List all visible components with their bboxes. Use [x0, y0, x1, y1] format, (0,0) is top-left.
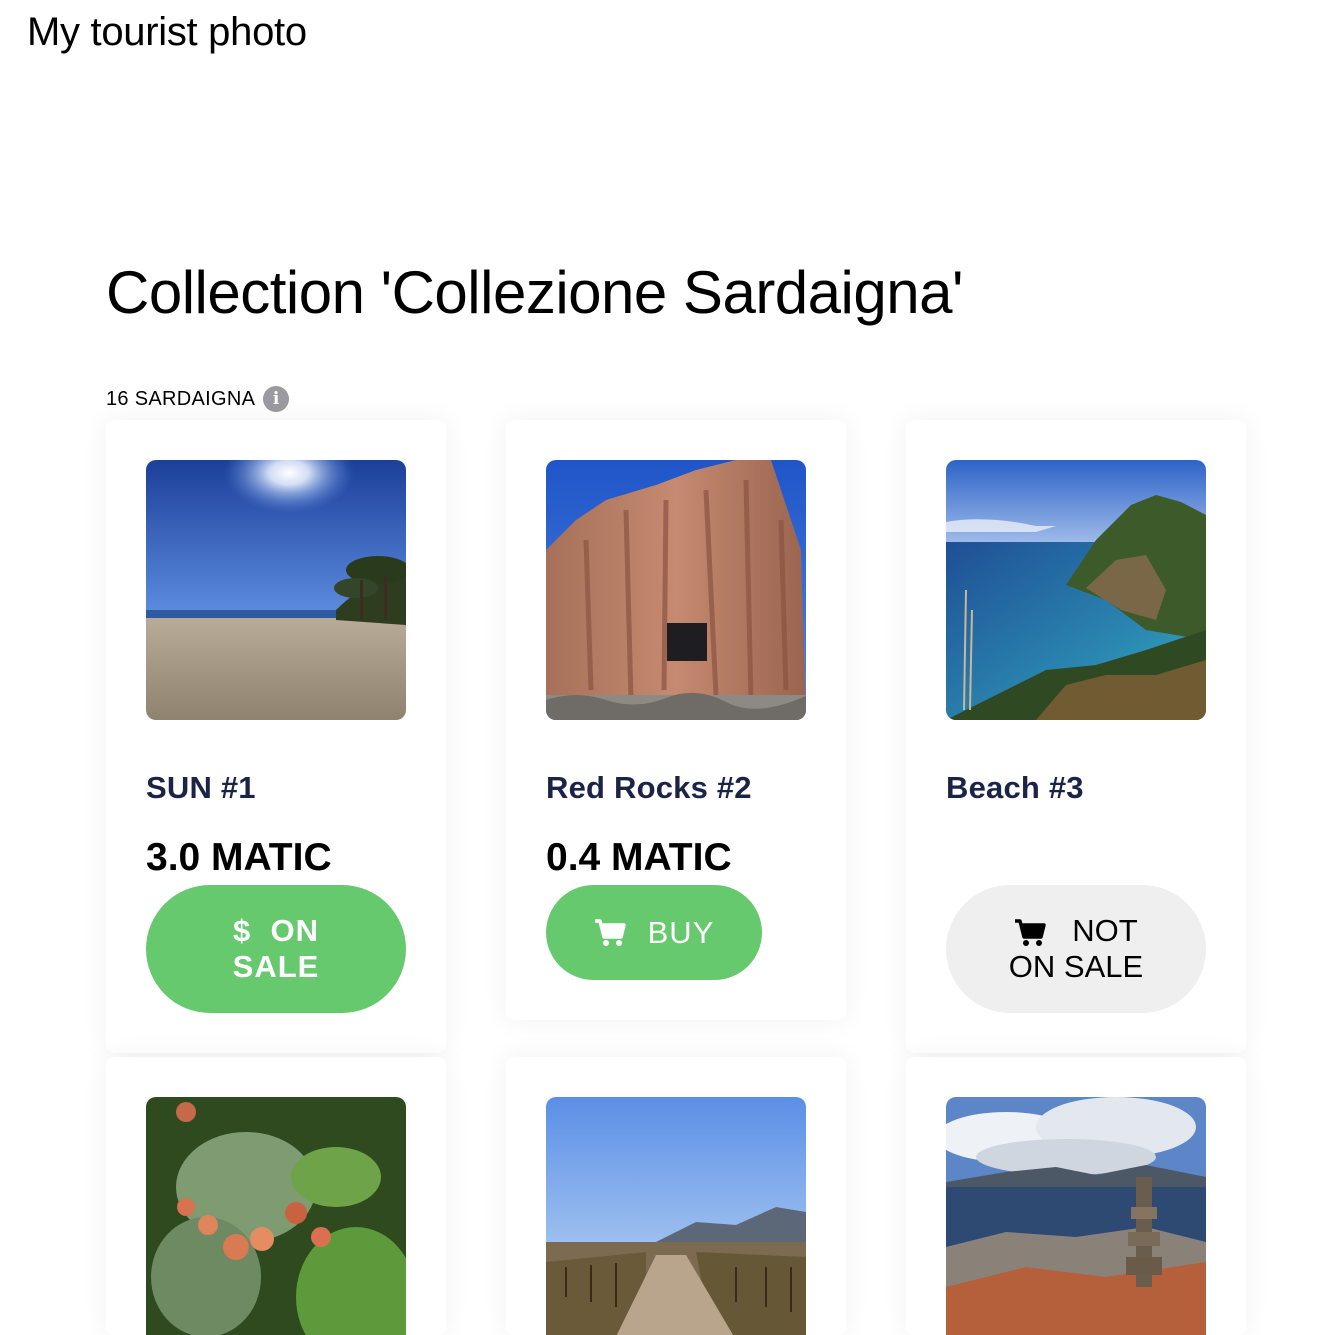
nft-card[interactable]: Red Rocks #2 0.4 MATIC BUY: [506, 420, 846, 1020]
not-on-sale-button[interactable]: NOT ON SALE: [946, 885, 1206, 1013]
on-sale-button[interactable]: $ ON SALE: [146, 885, 406, 1013]
nft-photo[interactable]: [546, 460, 806, 720]
nft-name[interactable]: Red Rocks #2: [546, 770, 806, 805]
nft-card[interactable]: [106, 1057, 446, 1335]
cart-icon: [1015, 919, 1047, 946]
nft-name[interactable]: Beach #3: [946, 770, 1206, 805]
button-label-line2: SALE: [232, 949, 320, 984]
button-label-line1: ON: [270, 913, 319, 948]
nft-price: 3.0 MATIC: [146, 836, 332, 879]
buy-button-label: BUY: [647, 914, 715, 950]
dollar-icon: $: [233, 913, 252, 948]
nft-price: 0.4 MATIC: [546, 836, 732, 879]
nft-photo[interactable]: [946, 1097, 1206, 1335]
collection-symbol: 16 SARDAIGNA i: [106, 386, 290, 412]
nft-card[interactable]: SUN #1 3.0 MATIC $ ON SALE: [106, 420, 446, 1053]
nft-card[interactable]: [906, 1057, 1246, 1335]
button-label-line1: NOT: [1072, 913, 1138, 948]
nft-card[interactable]: Beach #3 NOT ON SALE: [906, 420, 1246, 1053]
nft-photo[interactable]: [146, 460, 406, 720]
button-label-line2: ON SALE: [1008, 949, 1144, 984]
collection-title: Collection 'Collezione Sardaigna': [106, 259, 963, 326]
nft-photo[interactable]: [946, 460, 1206, 720]
buy-button[interactable]: BUY: [546, 885, 762, 980]
info-icon[interactable]: i: [263, 386, 290, 412]
cart-icon: [594, 918, 626, 946]
nft-name[interactable]: SUN #1: [146, 770, 406, 805]
nft-photo[interactable]: [146, 1097, 406, 1335]
nft-card[interactable]: [506, 1057, 846, 1335]
nft-photo[interactable]: [546, 1097, 806, 1335]
site-title[interactable]: My tourist photo: [27, 10, 307, 55]
nft-grid: SUN #1 3.0 MATIC $ ON SALE Red Rocks #2 …: [106, 420, 1246, 1335]
collection-symbol-label: 16 SARDAIGNA: [106, 387, 256, 410]
